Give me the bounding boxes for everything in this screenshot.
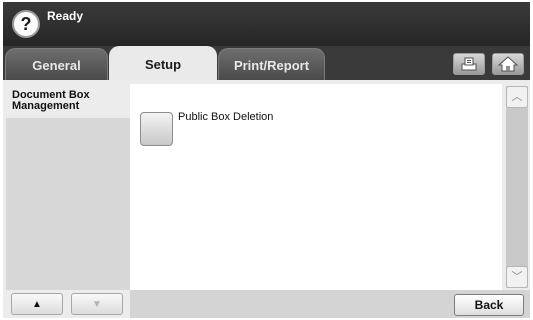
status-text: Ready xyxy=(47,9,84,23)
sidebar-panel: Document Box Management xyxy=(6,84,130,290)
sidebar-item-document-box[interactable]: Document Box Management xyxy=(6,84,130,118)
tab-print-report[interactable]: Print/Report xyxy=(218,48,325,80)
status-bar: ? Ready xyxy=(3,2,530,46)
tab-general[interactable]: General xyxy=(5,48,108,80)
tray-button[interactable] xyxy=(453,53,485,75)
content-area: Document Box Management Public Box Delet… xyxy=(3,80,530,318)
sidebar-down-button[interactable]: ▼ xyxy=(71,293,123,315)
scroll-down-button[interactable]: ﹀ xyxy=(506,266,528,288)
scroll-up-button[interactable]: ︿ xyxy=(506,86,528,108)
tab-setup[interactable]: Setup xyxy=(109,46,217,80)
public-box-deletion-button[interactable] xyxy=(140,112,173,146)
back-button[interactable]: Back xyxy=(454,294,524,316)
public-box-deletion-label: Public Box Deletion xyxy=(178,111,274,123)
tab-bar: General Setup Print/Report xyxy=(3,46,530,80)
home-icon xyxy=(497,56,519,72)
device-screen: ? Ready General Setup Print/Report Docum… xyxy=(3,2,530,318)
help-button[interactable]: ? xyxy=(12,10,40,38)
home-button[interactable] xyxy=(492,53,524,75)
sidebar-up-button[interactable]: ▲ xyxy=(11,293,63,315)
sidebar-header-label: Document Box Management xyxy=(12,89,90,112)
scrollbar[interactable]: ︿ ﹀ xyxy=(506,86,528,288)
tray-icon xyxy=(461,57,477,71)
main-panel: Public Box Deletion xyxy=(130,84,502,290)
